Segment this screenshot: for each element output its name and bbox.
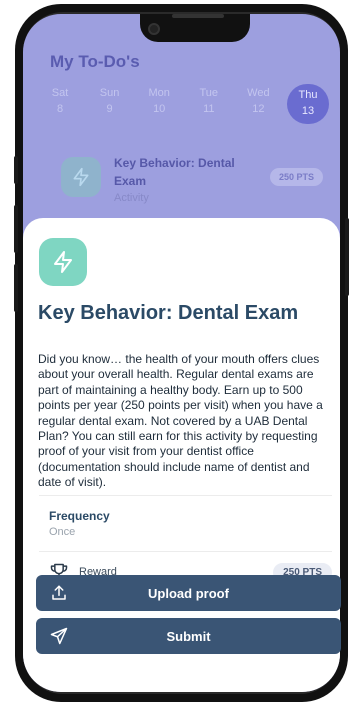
day-number: 9 xyxy=(106,103,113,115)
week-day-selector: Sat 8 Sun 9 Mon 10 Tue 11 Wed 12 Thu 13 xyxy=(39,84,329,124)
sheet-title: Key Behavior: Dental Exam xyxy=(38,302,299,324)
phone-notch xyxy=(140,14,250,42)
day-name: Sun xyxy=(99,87,120,99)
phone-side-button xyxy=(14,264,18,312)
day-thu-selected[interactable]: Thu 13 xyxy=(286,84,329,124)
day-number: 8 xyxy=(56,103,64,115)
send-icon xyxy=(50,627,68,645)
day-name: Sat xyxy=(51,87,69,99)
phone-side-button xyxy=(14,205,18,253)
bolt-icon xyxy=(61,157,101,197)
day-sat[interactable]: Sat 8 xyxy=(39,84,81,124)
upload-proof-label: Upload proof xyxy=(148,585,229,601)
todo-page-title: My To-Do's xyxy=(50,52,140,71)
day-sun[interactable]: Sun 9 xyxy=(89,84,131,124)
activity-card-title: Key Behavior: Dental Exam xyxy=(114,156,235,188)
phone-power-button xyxy=(345,218,349,296)
points-badge: 250 PTS xyxy=(269,168,323,186)
phone-side-button xyxy=(14,156,18,184)
day-tue[interactable]: Tue 11 xyxy=(188,84,230,124)
day-number: 13 xyxy=(301,105,315,117)
camera-icon xyxy=(148,23,160,35)
upload-icon xyxy=(52,585,66,600)
frequency-row: Frequency Once xyxy=(39,495,332,551)
activity-description: Did you know… the health of your mouth o… xyxy=(38,352,323,490)
submit-label: Submit xyxy=(166,628,211,644)
activity-card[interactable]: Key Behavior: Dental Exam Activity 250 P… xyxy=(61,154,331,208)
day-name: Wed xyxy=(247,87,270,99)
day-wed[interactable]: Wed 12 xyxy=(237,84,279,124)
frequency-value: Once xyxy=(49,526,76,538)
upload-proof-button[interactable]: Upload proof xyxy=(36,575,341,611)
submit-button[interactable]: Submit xyxy=(36,618,341,654)
day-name: Thu xyxy=(298,89,318,101)
day-number: 11 xyxy=(203,103,215,115)
day-number: 12 xyxy=(252,103,265,115)
day-name: Tue xyxy=(199,87,219,99)
day-name: Mon xyxy=(148,87,170,99)
day-number: 10 xyxy=(153,103,166,115)
frequency-label: Frequency xyxy=(49,509,110,523)
day-mon[interactable]: Mon 10 xyxy=(138,84,180,124)
speaker-grille xyxy=(172,14,224,18)
bolt-icon xyxy=(39,238,87,286)
activity-card-subtitle: Activity xyxy=(114,192,149,204)
